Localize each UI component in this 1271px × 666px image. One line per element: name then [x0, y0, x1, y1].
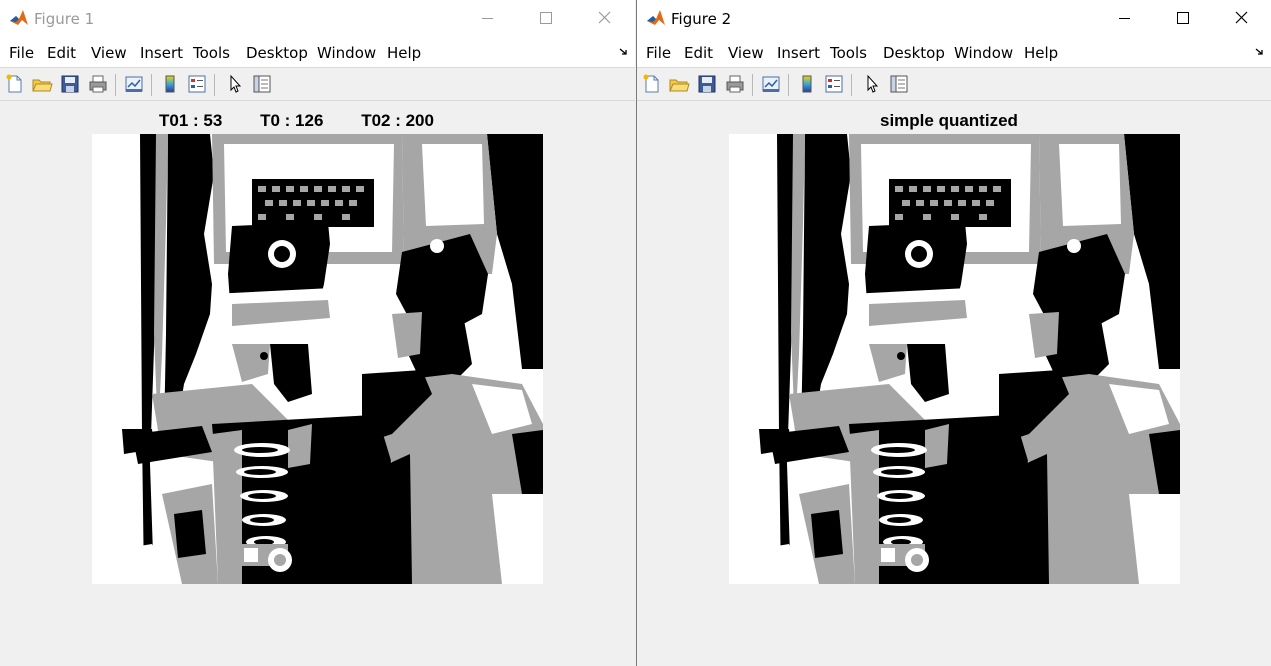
- menu-window[interactable]: Window: [954, 44, 1013, 62]
- toolbar-separator: [752, 74, 753, 96]
- toolbar-separator: [788, 74, 789, 96]
- open-file-icon[interactable]: [31, 73, 53, 95]
- toolbar-separator: [151, 74, 152, 96]
- property-inspector-icon[interactable]: [888, 73, 910, 95]
- menu-tools[interactable]: Tools: [830, 44, 867, 62]
- toolbar-separator: [851, 74, 852, 96]
- matlab-logo-icon: [647, 10, 665, 25]
- quantized-image: [92, 134, 543, 584]
- maximize-icon: [540, 12, 552, 24]
- maximize-icon: [1177, 12, 1189, 24]
- maximize-button[interactable]: [1153, 0, 1211, 37]
- title-bar[interactable]: Figure 2: [637, 0, 1271, 37]
- close-icon: [598, 11, 611, 24]
- menu-bar: File Edit View Insert Tools Desktop Wind…: [0, 37, 635, 67]
- edit-plot-arrow-icon[interactable]: [224, 73, 246, 95]
- new-figure-icon[interactable]: [4, 73, 26, 95]
- figure-toolbar: [0, 67, 635, 101]
- edit-plot-arrow-icon[interactable]: [861, 73, 883, 95]
- menu-insert[interactable]: Insert: [777, 44, 820, 62]
- figure-window-2: Figure 2 File Edit View Insert Tools Des…: [636, 0, 1271, 666]
- insert-colorbar-icon[interactable]: [159, 73, 181, 95]
- print-icon[interactable]: [87, 73, 109, 95]
- print-icon[interactable]: [724, 73, 746, 95]
- save-icon[interactable]: [59, 73, 81, 95]
- close-button[interactable]: [575, 0, 633, 37]
- menu-view[interactable]: View: [728, 44, 764, 62]
- menu-file[interactable]: File: [9, 44, 34, 62]
- menu-bar: File Edit View Insert Tools Desktop Wind…: [637, 37, 1271, 67]
- axes-title: T01 : 53 T0 : 126 T02 : 200: [159, 111, 434, 130]
- new-figure-icon[interactable]: [641, 73, 663, 95]
- window-title: Figure 2: [671, 10, 732, 28]
- menu-help[interactable]: Help: [1024, 44, 1058, 62]
- menu-insert[interactable]: Insert: [140, 44, 183, 62]
- minimize-icon: [482, 18, 493, 19]
- minimize-button[interactable]: [1095, 0, 1153, 37]
- menu-tools[interactable]: Tools: [193, 44, 230, 62]
- link-plot-icon[interactable]: [123, 73, 145, 95]
- maximize-button[interactable]: [516, 0, 574, 37]
- minimize-button[interactable]: [458, 0, 516, 37]
- window-title: Figure 1: [34, 10, 95, 28]
- property-inspector-icon[interactable]: [251, 73, 273, 95]
- menu-edit[interactable]: Edit: [47, 44, 76, 62]
- axes-title: simple quantized: [880, 111, 1018, 130]
- insert-colorbar-icon[interactable]: [796, 73, 818, 95]
- open-file-icon[interactable]: [668, 73, 690, 95]
- figure-canvas: simple quantized: [637, 101, 1271, 666]
- figure-toolbar: [637, 67, 1271, 101]
- toolbar-separator: [115, 74, 116, 96]
- close-button[interactable]: [1212, 0, 1270, 37]
- insert-legend-icon[interactable]: [823, 73, 845, 95]
- insert-legend-icon[interactable]: [186, 73, 208, 95]
- figure-canvas: T01 : 53 T0 : 126 T02 : 200: [0, 101, 635, 666]
- close-icon: [1235, 11, 1248, 24]
- menu-window[interactable]: Window: [317, 44, 376, 62]
- toolbar-separator: [214, 74, 215, 96]
- dock-arrow-icon[interactable]: [1255, 47, 1265, 57]
- menu-help[interactable]: Help: [387, 44, 421, 62]
- menu-desktop[interactable]: Desktop: [883, 44, 945, 62]
- menu-edit[interactable]: Edit: [684, 44, 713, 62]
- title-bar[interactable]: Figure 1: [0, 0, 635, 37]
- menu-file[interactable]: File: [646, 44, 671, 62]
- dock-arrow-icon[interactable]: [619, 47, 629, 57]
- figure-window-1: Figure 1 File Edit View Insert Tools Des…: [0, 0, 635, 666]
- save-icon[interactable]: [696, 73, 718, 95]
- menu-view[interactable]: View: [91, 44, 127, 62]
- minimize-icon: [1119, 18, 1130, 19]
- quantized-image: [729, 134, 1180, 584]
- matlab-logo-icon: [10, 10, 28, 25]
- link-plot-icon[interactable]: [760, 73, 782, 95]
- menu-desktop[interactable]: Desktop: [246, 44, 308, 62]
